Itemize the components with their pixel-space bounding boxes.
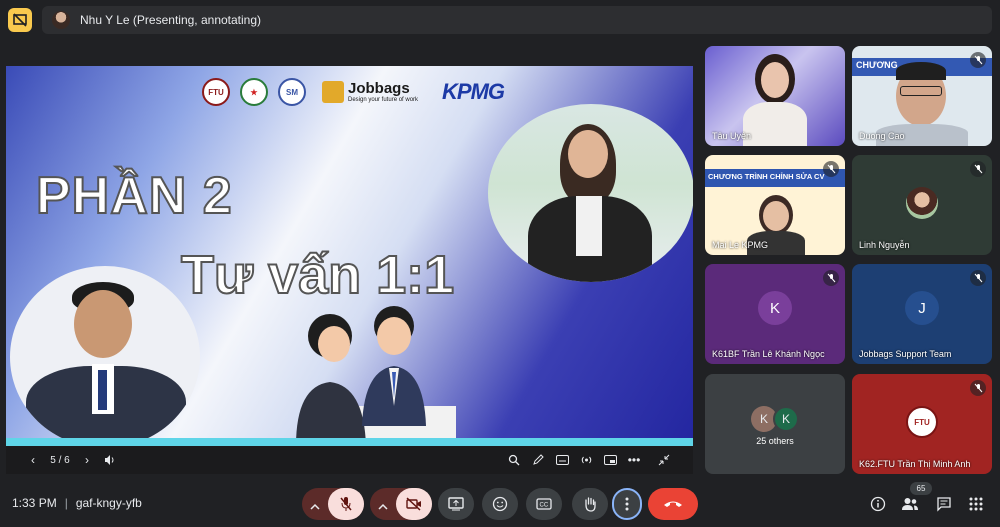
camera-options-chevron-icon[interactable] <box>378 498 388 516</box>
participant-avatar: J <box>905 291 939 325</box>
ftu-logo: FTU <box>202 78 230 106</box>
participant-tile[interactable]: CHƯƠNG TRÌNH CHỈNH SỬA CV Mai Le KPMG <box>705 155 845 255</box>
captions-icon[interactable] <box>554 452 570 468</box>
mic-off-icon <box>823 161 839 177</box>
slide-title-line2: Tư vấn 1:1 <box>180 244 455 306</box>
slide: FTU ★ SM Jobbags Design your future of w… <box>6 66 693 446</box>
svg-text:CC: CC <box>540 503 549 509</box>
consultation-illustration <box>296 306 456 446</box>
raise-hand-button[interactable] <box>572 488 608 520</box>
participant-name: Mai Le KPMG <box>712 240 769 250</box>
tile-banner-text: CHƯƠNG TRÌNH CHỈNH SỬA CV <box>708 172 825 181</box>
participant-tile[interactable]: FTU K62.FTU Trần Thị Minh Anh <box>852 374 992 474</box>
speaker-photo-man <box>10 266 200 446</box>
present-now-button[interactable] <box>438 488 474 520</box>
leave-call-button[interactable] <box>648 488 698 520</box>
cc-icon: CC <box>536 498 552 510</box>
captions-button[interactable]: CC <box>526 488 562 520</box>
mic-off-icon <box>970 52 986 68</box>
participant-name: K61BF Trần Lê Khánh Ngọc <box>712 349 825 359</box>
presenter-bar: Nhu Y Le (Presenting, annotating) <box>42 6 992 34</box>
hang-up-icon <box>664 501 682 507</box>
stop-presenting-icon[interactable] <box>8 8 32 32</box>
participant-tile[interactable]: K K61BF Trần Lê Khánh Ngọc <box>705 264 845 364</box>
hand-icon <box>585 497 596 512</box>
reactions-button[interactable] <box>482 488 518 520</box>
speaker-notes-audio-icon[interactable] <box>102 452 118 468</box>
others-count-label: 25 others <box>756 436 794 446</box>
mic-toggle-button[interactable] <box>328 488 364 520</box>
emoji-icon <box>492 496 508 512</box>
presenter-avatar <box>52 11 70 29</box>
participant-name: K62.FTU Trần Thị Minh Anh <box>859 459 971 469</box>
participant-tile[interactable]: Linh Nguyễn <box>852 155 992 255</box>
mic-off-icon <box>970 270 986 286</box>
speaker-photo-woman <box>488 104 693 282</box>
others-avatar: K <box>773 406 799 432</box>
meeting-info: 1:33 PM | gaf-kngy-yfb <box>12 496 142 510</box>
slide-title-line1: PHẦN 2 <box>35 166 233 226</box>
participant-name: Duong Cao <box>859 131 905 141</box>
more-options-icon[interactable]: ••• <box>626 452 642 468</box>
participant-tile[interactable]: CHƯƠNG Duong Cao <box>852 46 992 146</box>
participant-name: Linh Nguyễn <box>859 240 910 250</box>
camera-toggle-button[interactable] <box>396 488 432 520</box>
ftu-avatar-logo: FTU <box>906 406 938 438</box>
participant-avatar: K <box>758 291 792 325</box>
present-screen-icon <box>448 497 464 511</box>
collapse-icon[interactable] <box>656 452 672 468</box>
mic-off-icon <box>823 270 839 286</box>
sm-logo: SM <box>278 78 306 106</box>
youth-union-logo: ★ <box>240 78 268 106</box>
chat-icon[interactable] <box>934 494 954 514</box>
participant-name: Jobbags Support Team <box>859 349 952 359</box>
slide-page-indicator: 5 / 6 <box>50 454 70 466</box>
slide-controls: ‹ 5 / 6 › ••• <box>6 446 693 474</box>
slide-bottom-strip <box>6 438 693 446</box>
tile-banner-text: CHƯƠNG <box>856 60 898 70</box>
meeting-code: gaf-kngy-yfb <box>75 496 142 510</box>
pip-icon[interactable] <box>602 452 618 468</box>
camera-control-group <box>370 488 432 520</box>
participant-name: Tâu Uyên <box>712 131 752 141</box>
annotate-pen-icon[interactable] <box>530 452 546 468</box>
presentation-stage: FTU ★ SM Jobbags Design your future of w… <box>6 66 693 474</box>
people-icon[interactable] <box>900 494 920 514</box>
camera-off-icon <box>406 497 421 511</box>
mic-off-icon <box>970 380 986 396</box>
jobbags-logo: Jobbags Design your future of work <box>322 81 418 104</box>
presenter-label: Nhu Y Le (Presenting, annotating) <box>80 13 262 27</box>
kpmg-logo: KPMG <box>442 79 505 104</box>
zoom-icon[interactable] <box>506 452 522 468</box>
slide-logos: FTU ★ SM Jobbags Design your future of w… <box>202 78 505 106</box>
participant-tile[interactable]: J Jobbags Support Team <box>852 264 992 364</box>
clock-time: 1:33 PM <box>12 496 57 510</box>
info-separator: | <box>64 496 68 510</box>
mic-options-chevron-icon[interactable] <box>310 498 320 516</box>
participant-tile[interactable]: Tâu Uyên <box>705 46 845 146</box>
mic-off-icon <box>340 497 352 511</box>
more-options-button[interactable] <box>612 488 642 520</box>
others-tile[interactable]: K K 25 others <box>705 374 845 474</box>
bottom-toolbar: 1:33 PM | gaf-kngy-yfb CC 65 <box>0 482 1000 527</box>
meet-window: Nhu Y Le (Presenting, annotating) FTU ★ … <box>0 0 1000 527</box>
meeting-details-icon[interactable] <box>868 494 888 514</box>
prev-slide-icon[interactable]: ‹ <box>26 452 40 468</box>
activities-grid-icon[interactable] <box>966 494 986 514</box>
next-slide-icon[interactable]: › <box>80 452 94 468</box>
mic-off-icon <box>970 161 986 177</box>
more-vert-icon <box>625 497 629 511</box>
mic-control-group <box>302 488 364 520</box>
broadcast-icon[interactable] <box>578 452 594 468</box>
